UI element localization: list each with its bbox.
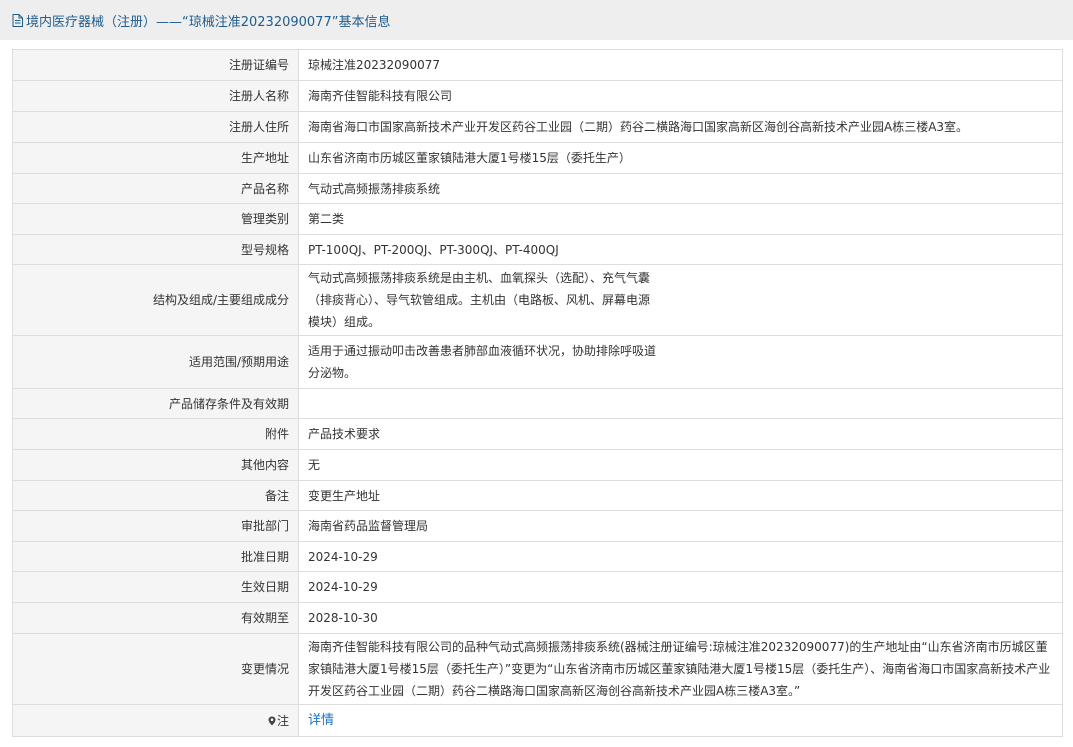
document-icon: [12, 13, 23, 27]
field-label: 适用范围/预期用途: [12, 335, 299, 389]
field-label: 备注: [12, 480, 299, 511]
field-label: 注册人住所: [12, 111, 299, 143]
details-link[interactable]: 详情: [308, 713, 334, 728]
field-label: 型号规格: [12, 234, 299, 265]
field-value: 2028-10-30: [298, 602, 1063, 634]
field-value: PT-100QJ、PT-200QJ、PT-300QJ、PT-400QJ: [298, 234, 1063, 265]
table-row: 有效期至 2028-10-30: [12, 602, 1063, 634]
field-value: 山东省济南市历城区董家镇陆港大厦1号楼15层（委托生产）: [298, 142, 1063, 174]
field-label: 有效期至: [12, 602, 299, 634]
table-row: 生效日期 2024-10-29: [12, 571, 1063, 603]
page-header: 境内医疗器械（注册）——“琼械注准20232090077”基本信息: [0, 0, 1073, 40]
field-value: [298, 388, 1063, 419]
table-row: 管理类别 第二类: [12, 203, 1063, 235]
field-label: 生效日期: [12, 571, 299, 603]
field-label: 产品名称: [12, 173, 299, 204]
field-label: 产品储存条件及有效期: [12, 388, 299, 419]
table-row: 适用范围/预期用途 适用于通过振动叩击改善患者肺部血液循环状况，协助排除呼吸道分…: [12, 335, 1063, 389]
table-row: 审批部门 海南省药品监督管理局: [12, 510, 1063, 542]
table-row: 备注 变更生产地址: [12, 480, 1063, 511]
table-row: 批准日期 2024-10-29: [12, 541, 1063, 572]
table-row: 其他内容 无: [12, 449, 1063, 481]
field-label: 审批部门: [12, 510, 299, 542]
field-label: 结构及组成/主要组成成分: [12, 264, 299, 336]
field-label: 其他内容: [12, 449, 299, 481]
table-row: 型号规格 PT-100QJ、PT-200QJ、PT-300QJ、PT-400QJ: [12, 234, 1063, 265]
field-label: 注册证编号: [12, 49, 299, 81]
table-row: 产品名称 气动式高频振荡排痰系统: [12, 173, 1063, 204]
field-value: 气动式高频振荡排痰系统: [298, 173, 1063, 204]
device-info-table: 注册证编号 琼械注准20232090077 注册人名称 海南齐佳智能科技有限公司…: [12, 49, 1063, 737]
field-label: 变更情况: [12, 633, 299, 705]
table-row: 变更情况 海南齐佳智能科技有限公司的品种气动式高频振荡排痰系统(器械注册证编号:…: [12, 633, 1063, 705]
field-value: 琼械注准20232090077: [298, 49, 1063, 81]
field-label: 附件: [12, 418, 299, 450]
table-row: 产品储存条件及有效期: [12, 388, 1063, 419]
field-label: 批准日期: [12, 541, 299, 572]
field-value: 海南省海口市国家高新技术产业开发区药谷工业园（二期）药谷二横路海口国家高新区海创…: [298, 111, 1063, 143]
field-value: 2024-10-29: [298, 541, 1063, 572]
table-row: 注册人住所 海南省海口市国家高新技术产业开发区药谷工业园（二期）药谷二横路海口国…: [12, 111, 1063, 143]
field-value: 海南省药品监督管理局: [298, 510, 1063, 542]
field-label: 生产地址: [12, 142, 299, 174]
table-row: 注册证编号 琼械注准20232090077: [12, 49, 1063, 81]
location-pin-icon: [268, 716, 276, 725]
field-value: 海南齐佳智能科技有限公司: [298, 80, 1063, 112]
note-label: 注: [276, 713, 289, 728]
table-row: 结构及组成/主要组成成分 气动式高频振荡排痰系统是由主机、血氧探头（选配）、充气…: [12, 264, 1063, 336]
table-row: 附件 产品技术要求: [12, 418, 1063, 450]
field-value: 产品技术要求: [298, 418, 1063, 450]
field-value: 适用于通过振动叩击改善患者肺部血液循环状况，协助排除呼吸道分泌物。: [308, 344, 657, 380]
field-label: 管理类别: [12, 203, 299, 235]
field-value: 海南齐佳智能科技有限公司的品种气动式高频振荡排痰系统(器械注册证编号:琼械注准2…: [298, 633, 1063, 705]
field-value: 气动式高频振荡排痰系统是由主机、血氧探头（选配）、充气气囊（排痰背心）、导气软管…: [308, 271, 651, 329]
table-row: 生产地址 山东省济南市历城区董家镇陆港大厦1号楼15层（委托生产）: [12, 142, 1063, 174]
table-row: 注 详情: [12, 704, 1063, 737]
table-row: 注册人名称 海南齐佳智能科技有限公司: [12, 80, 1063, 112]
field-value: 2024-10-29: [298, 571, 1063, 603]
field-value: 第二类: [298, 203, 1063, 235]
field-label: 注册人名称: [12, 80, 299, 112]
field-value: 变更生产地址: [298, 480, 1063, 511]
page-title: 境内医疗器械（注册）——“琼械注准20232090077”基本信息: [26, 14, 391, 30]
field-value: 无: [298, 449, 1063, 481]
